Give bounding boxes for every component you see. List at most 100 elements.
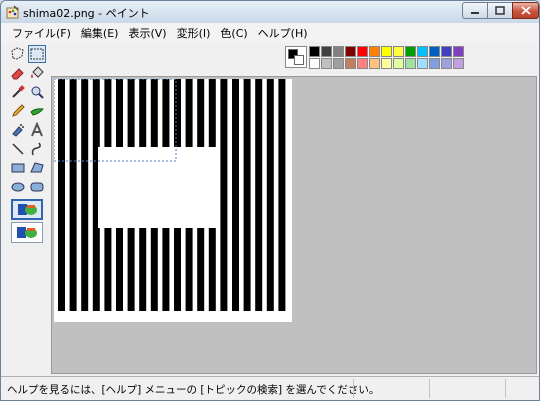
canvas-scroll-area[interactable]: [51, 76, 537, 374]
rounded-rect-tool[interactable]: [28, 178, 46, 196]
airbrush-tool[interactable]: [9, 121, 27, 139]
toolbox: [5, 42, 47, 376]
airbrush-icon: [12, 124, 24, 137]
close-button[interactable]: [512, 2, 539, 19]
color-swatch[interactable]: [405, 58, 416, 69]
rounded-rect-icon: [30, 182, 44, 192]
brush-icon: [30, 108, 44, 116]
rectangle-tool[interactable]: [9, 159, 27, 177]
color-swatch[interactable]: [369, 46, 380, 57]
white-block: [98, 147, 218, 228]
line-tool[interactable]: [9, 140, 27, 158]
minimize-icon: [471, 11, 479, 14]
close-icon: [520, 6, 531, 15]
color-swatch[interactable]: [417, 58, 428, 69]
current-colors[interactable]: [285, 46, 307, 68]
paint-app-icon: [6, 5, 20, 19]
brush-tool[interactable]: [28, 102, 46, 120]
color-swatch[interactable]: [441, 46, 452, 57]
rectangle-icon: [11, 163, 25, 173]
maximize-button[interactable]: [487, 2, 513, 19]
color-swatch[interactable]: [357, 46, 368, 57]
stripe: [69, 79, 77, 311]
color-swatch[interactable]: [453, 46, 464, 57]
polygon-icon: [30, 162, 44, 173]
color-swatch[interactable]: [429, 46, 440, 57]
color-palette: [281, 43, 481, 71]
stripe: [81, 79, 89, 311]
curve-tool[interactable]: [28, 140, 46, 158]
eraser-icon: [11, 68, 24, 80]
line-icon: [12, 143, 24, 155]
window-title: shima02.png - ペイント: [23, 7, 150, 20]
stripe: [58, 79, 65, 311]
transparent-selection-option[interactable]: [11, 222, 43, 243]
color-swatch[interactable]: [381, 46, 392, 57]
color-swatch[interactable]: [441, 58, 452, 69]
color-swatch[interactable]: [381, 58, 392, 69]
client-area: [1, 42, 539, 376]
color-swatch[interactable]: [333, 58, 344, 69]
color-swatch[interactable]: [429, 58, 440, 69]
status-cell-coords: [353, 379, 429, 398]
color-swatch[interactable]: [393, 58, 404, 69]
rect-select-tool[interactable]: [28, 45, 46, 63]
menu-colors[interactable]: 色(C): [215, 25, 252, 41]
menu-edit[interactable]: 編集(E): [76, 25, 124, 41]
striped-image: [53, 78, 286, 311]
color-swatch[interactable]: [405, 46, 416, 57]
stripe: [243, 79, 251, 311]
stripe: [220, 79, 228, 311]
color-swatch[interactable]: [417, 46, 428, 57]
magnifier-tool[interactable]: [28, 83, 46, 101]
stripe: [255, 79, 263, 311]
color-swatch[interactable]: [345, 58, 356, 69]
drawing-canvas[interactable]: [53, 78, 292, 322]
color-swatch[interactable]: [453, 58, 464, 69]
status-help-text: ヘルプを見るには、[ヘルプ] メニューの [トピックの検索] を選んでください。: [7, 384, 380, 396]
magnifier-icon: [31, 86, 44, 99]
curve-icon: [31, 142, 41, 156]
color-swatch[interactable]: [369, 58, 380, 69]
color-swatch[interactable]: [393, 46, 404, 57]
free-select-tool[interactable]: [9, 45, 27, 63]
menu-image[interactable]: 変形(I): [172, 25, 216, 41]
background-color: [294, 55, 304, 65]
color-swatch[interactable]: [309, 58, 320, 69]
paint-window: shima02.png - ペイント ファイル(F) 編集(E) 表示(V) 変…: [0, 0, 540, 401]
stripe: [278, 79, 286, 311]
rect-select-icon: [30, 48, 44, 60]
color-picker-tool[interactable]: [9, 83, 27, 101]
color-swatch[interactable]: [333, 46, 344, 57]
status-bar: ヘルプを見るには、[ヘルプ] メニューの [トピックの検索] を選んでください。: [1, 376, 539, 400]
menu-file[interactable]: ファイル(F): [7, 25, 76, 41]
opaque-selection-icon: [18, 204, 37, 215]
fill-icon: [31, 66, 44, 78]
color-swatch[interactable]: [357, 58, 368, 69]
free-select-icon: [11, 47, 24, 60]
color-swatch[interactable]: [321, 46, 332, 57]
text-icon: [31, 122, 43, 137]
opaque-selection-option[interactable]: [11, 199, 43, 220]
fill-tool[interactable]: [28, 64, 46, 82]
menu-help[interactable]: ヘルプ(H): [253, 25, 313, 41]
title-bar: shima02.png - ペイント: [1, 1, 539, 23]
pencil-tool[interactable]: [9, 102, 27, 120]
eraser-tool[interactable]: [9, 64, 27, 82]
ellipse-icon: [11, 182, 25, 192]
stripe: [266, 79, 274, 311]
color-picker-icon: [12, 85, 25, 98]
transparent-selection-icon: [17, 227, 37, 238]
menu-view[interactable]: 表示(V): [123, 25, 171, 41]
ellipse-tool[interactable]: [9, 178, 27, 196]
polygon-tool[interactable]: [28, 159, 46, 177]
color-swatch[interactable]: [309, 46, 320, 57]
minimize-button[interactable]: [462, 2, 488, 19]
pencil-icon: [12, 104, 25, 117]
text-tool[interactable]: [28, 121, 46, 139]
menu-bar: ファイル(F) 編集(E) 表示(V) 変形(I) 色(C) ヘルプ(H): [1, 23, 539, 42]
color-swatch[interactable]: [345, 46, 356, 57]
status-cell-grip: [505, 379, 539, 398]
status-cell-size: [429, 379, 505, 398]
color-swatch[interactable]: [321, 58, 332, 69]
